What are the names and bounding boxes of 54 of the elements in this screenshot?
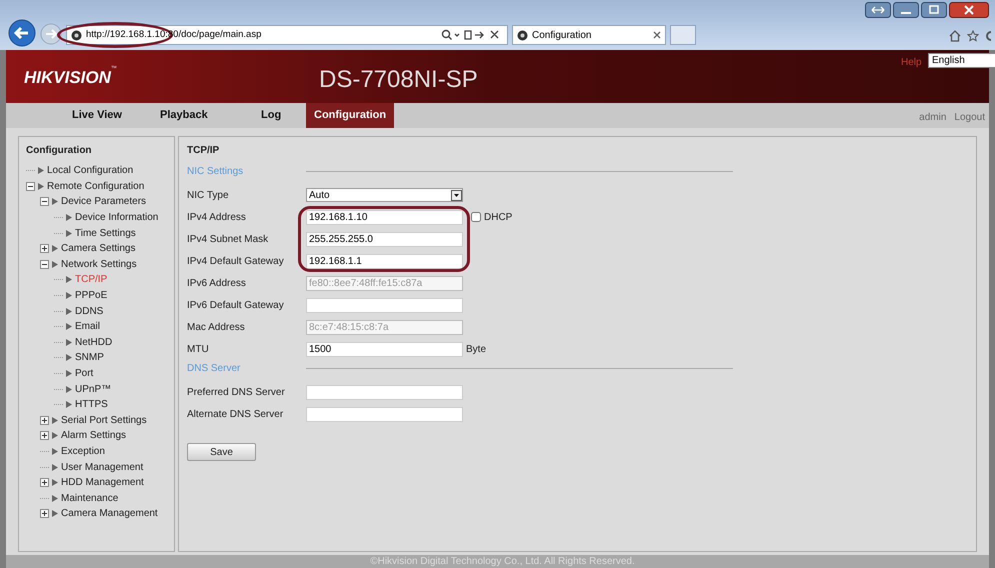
field-label: NIC Type	[187, 188, 230, 202]
tree-item[interactable]: Maintenance	[61, 490, 118, 506]
model-title: DS-7708NI-SP	[319, 65, 478, 95]
nav-tab[interactable]: Configuration	[306, 103, 394, 128]
tree-item[interactable]: Exception	[61, 444, 105, 459]
save-button[interactable]: Save	[187, 443, 256, 461]
field-label: Preferred DNS Server	[187, 386, 286, 400]
section-heading: DNS Server	[187, 362, 242, 376]
nav-tab[interactable]: Log	[253, 103, 290, 128]
tree-item[interactable]: Serial Port Settings	[61, 412, 147, 428]
tree-item[interactable]: Remote Configuration	[47, 178, 144, 194]
tree-item[interactable]: Network Settings	[61, 256, 137, 272]
input-field[interactable]: 255.255.255.0	[306, 232, 463, 246]
tree-item[interactable]: Device Information	[75, 210, 158, 226]
tree-item[interactable]: Alarm Settings	[61, 428, 126, 444]
logo-text: HIKVISION	[24, 67, 111, 89]
panel-title: TCP/IP	[187, 144, 220, 158]
tree-item[interactable]: Email	[75, 319, 100, 334]
field-label: MTU	[187, 342, 210, 356]
checkbox-label: DHCP	[484, 210, 512, 224]
tree-item[interactable]: SNMP	[75, 350, 104, 366]
tree-item[interactable]: Camera Settings	[61, 241, 136, 256]
tree-item[interactable]: Camera Management	[61, 506, 158, 522]
field-label: Mac Address	[187, 320, 246, 334]
field-label: IPv6 Address	[187, 276, 247, 290]
tree-item[interactable]: Port	[75, 366, 94, 382]
tree-item[interactable]: HTTPS	[75, 397, 108, 412]
browser-tab[interactable]: Configuration	[512, 25, 666, 45]
field-label: IPv6 Default Gateway	[187, 298, 285, 312]
tree-item[interactable]: Local Configuration	[47, 163, 134, 178]
tree-item[interactable]: DDNS	[75, 304, 104, 319]
field-label: IPv4 Address	[187, 210, 247, 224]
user-name: admin	[919, 111, 946, 125]
tree-item[interactable]: Time Settings	[75, 226, 136, 241]
nic-type-select[interactable]: Auto	[306, 188, 463, 202]
section-heading: NIC Settings	[187, 164, 244, 178]
field-label: IPv4 Subnet Mask	[187, 232, 270, 246]
tree-item[interactable]: UPnP™	[75, 382, 112, 397]
input-field[interactable]: 192.168.1.10	[306, 210, 463, 224]
unit-label: Byte	[466, 342, 486, 356]
tree-item[interactable]: HDD Management	[61, 475, 144, 490]
input-field[interactable]: 1500	[306, 342, 463, 356]
field-label: IPv4 Default Gateway	[187, 254, 285, 268]
tree-item[interactable]: PPPoE	[75, 288, 108, 304]
nav-tab[interactable]: Live View	[64, 103, 130, 128]
language-select[interactable]: English	[928, 53, 995, 68]
nav-tab[interactable]: Playback	[152, 103, 216, 128]
input-field[interactable]: 192.168.1.1	[306, 254, 463, 268]
sidebar-title: Configuration	[26, 144, 93, 158]
tab-title: Configuration	[532, 28, 592, 42]
field-label: Alternate DNS Server	[187, 408, 284, 422]
tree-item[interactable]: Device Parameters	[61, 194, 146, 210]
tree-item[interactable]: User Management	[61, 460, 144, 475]
tree-item[interactable]: NetHDD	[75, 334, 112, 350]
